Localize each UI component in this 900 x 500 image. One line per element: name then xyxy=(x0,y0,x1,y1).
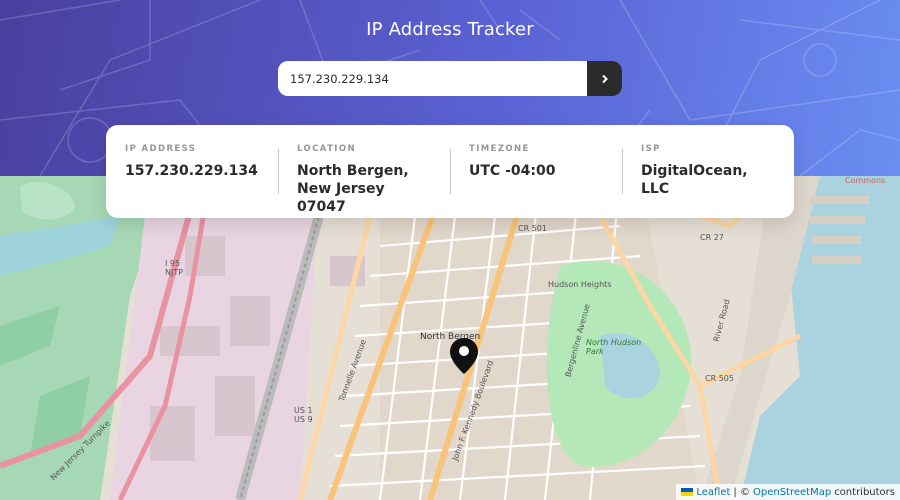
map-label-commons: Commons xyxy=(845,176,886,185)
chevron-right-icon xyxy=(601,74,608,83)
leaflet-link[interactable]: Leaflet xyxy=(696,487,730,498)
info-location: LOCATION North Bergen, New Jersey 07047 xyxy=(278,144,450,218)
info-label: LOCATION xyxy=(297,144,356,154)
openstreetmap-link[interactable]: OpenStreetMap xyxy=(753,487,831,498)
map-label-cr505: CR 505 xyxy=(705,374,734,383)
ip-info-card: IP ADDRESS 157.230.229.134 LOCATION Nort… xyxy=(106,125,794,218)
info-label: ISP xyxy=(641,144,661,154)
info-value: UTC -04:00 xyxy=(469,163,556,179)
attribution-suffix: contributors xyxy=(834,486,895,498)
info-timezone: TIMEZONE UTC -04:00 xyxy=(450,144,622,218)
map-label-cr501: CR 501 xyxy=(518,224,547,233)
info-ip-address: IP ADDRESS 157.230.229.134 xyxy=(106,144,278,218)
ip-search-input[interactable] xyxy=(278,61,587,96)
location-pin-icon[interactable] xyxy=(450,338,478,378)
map-label-i95: I 95 NJTP xyxy=(165,259,184,277)
map-label-cr27: CR 27 xyxy=(700,233,724,242)
info-value: North Bergen, New Jersey 07047 xyxy=(297,163,409,215)
info-label: IP ADDRESS xyxy=(125,144,197,154)
page-title: IP Address Tracker xyxy=(366,19,534,40)
info-isp: ISP DigitalOcean, LLC xyxy=(622,144,794,218)
info-label: TIMEZONE xyxy=(469,144,530,154)
attribution-separator: | © xyxy=(733,486,750,498)
info-value: DigitalOcean, LLC xyxy=(641,163,748,197)
ukraine-flag-icon xyxy=(681,488,694,496)
search-submit-button[interactable] xyxy=(587,61,622,96)
search-bar xyxy=(278,61,622,96)
map-label-hudson-heights: Hudson Heights xyxy=(548,280,612,289)
map-attribution: Leaflet | © OpenStreetMap contributors xyxy=(676,484,900,500)
map-label-north-hudson-park: North Hudson Park xyxy=(586,338,642,356)
info-value: 157.230.229.134 xyxy=(125,163,258,179)
map-label-us1: US 1 US 9 xyxy=(294,406,313,424)
